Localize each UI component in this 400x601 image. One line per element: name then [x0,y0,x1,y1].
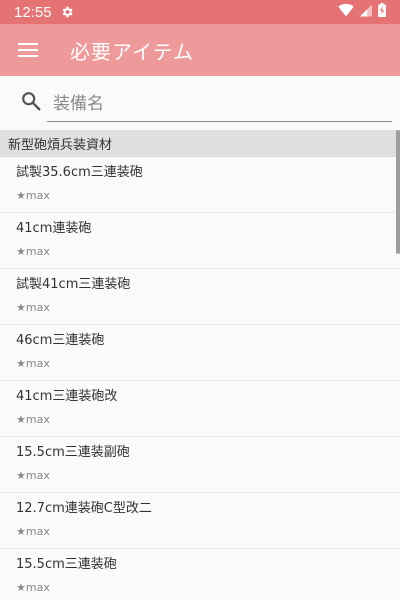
search-bar [0,76,400,130]
app-bar: 必要アイテム [0,24,400,76]
list-item[interactable]: 41cm連装砲 ★max [0,213,400,269]
list-item[interactable]: 46cm三連装砲 ★max [0,325,400,381]
status-bar: 12:55 [0,0,400,24]
item-name: 15.5cm三連装砲 [16,557,117,572]
item-star-level: ★max [16,525,50,538]
item-name: 41cm連装砲 [16,221,92,236]
item-star-level: ★max [16,189,50,202]
search-icon [20,90,42,112]
settings-gear-icon [60,5,74,19]
hamburger-menu-icon [18,43,38,57]
list-item[interactable]: 15.5cm三連装砲 ★max [0,549,400,601]
wifi-icon [338,3,354,21]
menu-button[interactable] [0,24,56,76]
section-header: 新型砲熕兵装資材 [0,130,400,157]
list-item[interactable]: 試製35.6cm三連装砲 ★max [0,157,400,213]
item-star-level: ★max [16,581,50,594]
item-star-level: ★max [16,469,50,482]
item-name: 試製41cm三連装砲 [16,277,131,292]
status-icons [338,3,386,21]
page-title: 必要アイテム [70,39,194,64]
signal-icon [360,3,372,21]
item-name: 46cm三連装砲 [16,333,105,348]
battery-icon [378,3,386,21]
item-name: 試製35.6cm三連装砲 [16,165,143,180]
scrollbar[interactable] [396,130,400,254]
item-name: 41cm三連装砲改 [16,389,118,404]
item-list: 試製35.6cm三連装砲 ★max 41cm連装砲 ★max 試製41cm三連装… [0,157,400,601]
item-name: 12.7cm連装砲C型改二 [16,501,152,516]
item-star-level: ★max [16,357,50,370]
list-item[interactable]: 12.7cm連装砲C型改二 ★max [0,493,400,549]
list-item[interactable]: 試製41cm三連装砲 ★max [0,269,400,325]
list-item[interactable]: 41cm三連装砲改 ★max [0,381,400,437]
item-star-level: ★max [16,245,50,258]
item-star-level: ★max [16,301,50,314]
list-item[interactable]: 15.5cm三連装副砲 ★max [0,437,400,493]
search-input[interactable] [47,86,392,122]
item-star-level: ★max [16,413,50,426]
item-name: 15.5cm三連装副砲 [16,445,130,460]
status-time: 12:55 [14,3,52,21]
